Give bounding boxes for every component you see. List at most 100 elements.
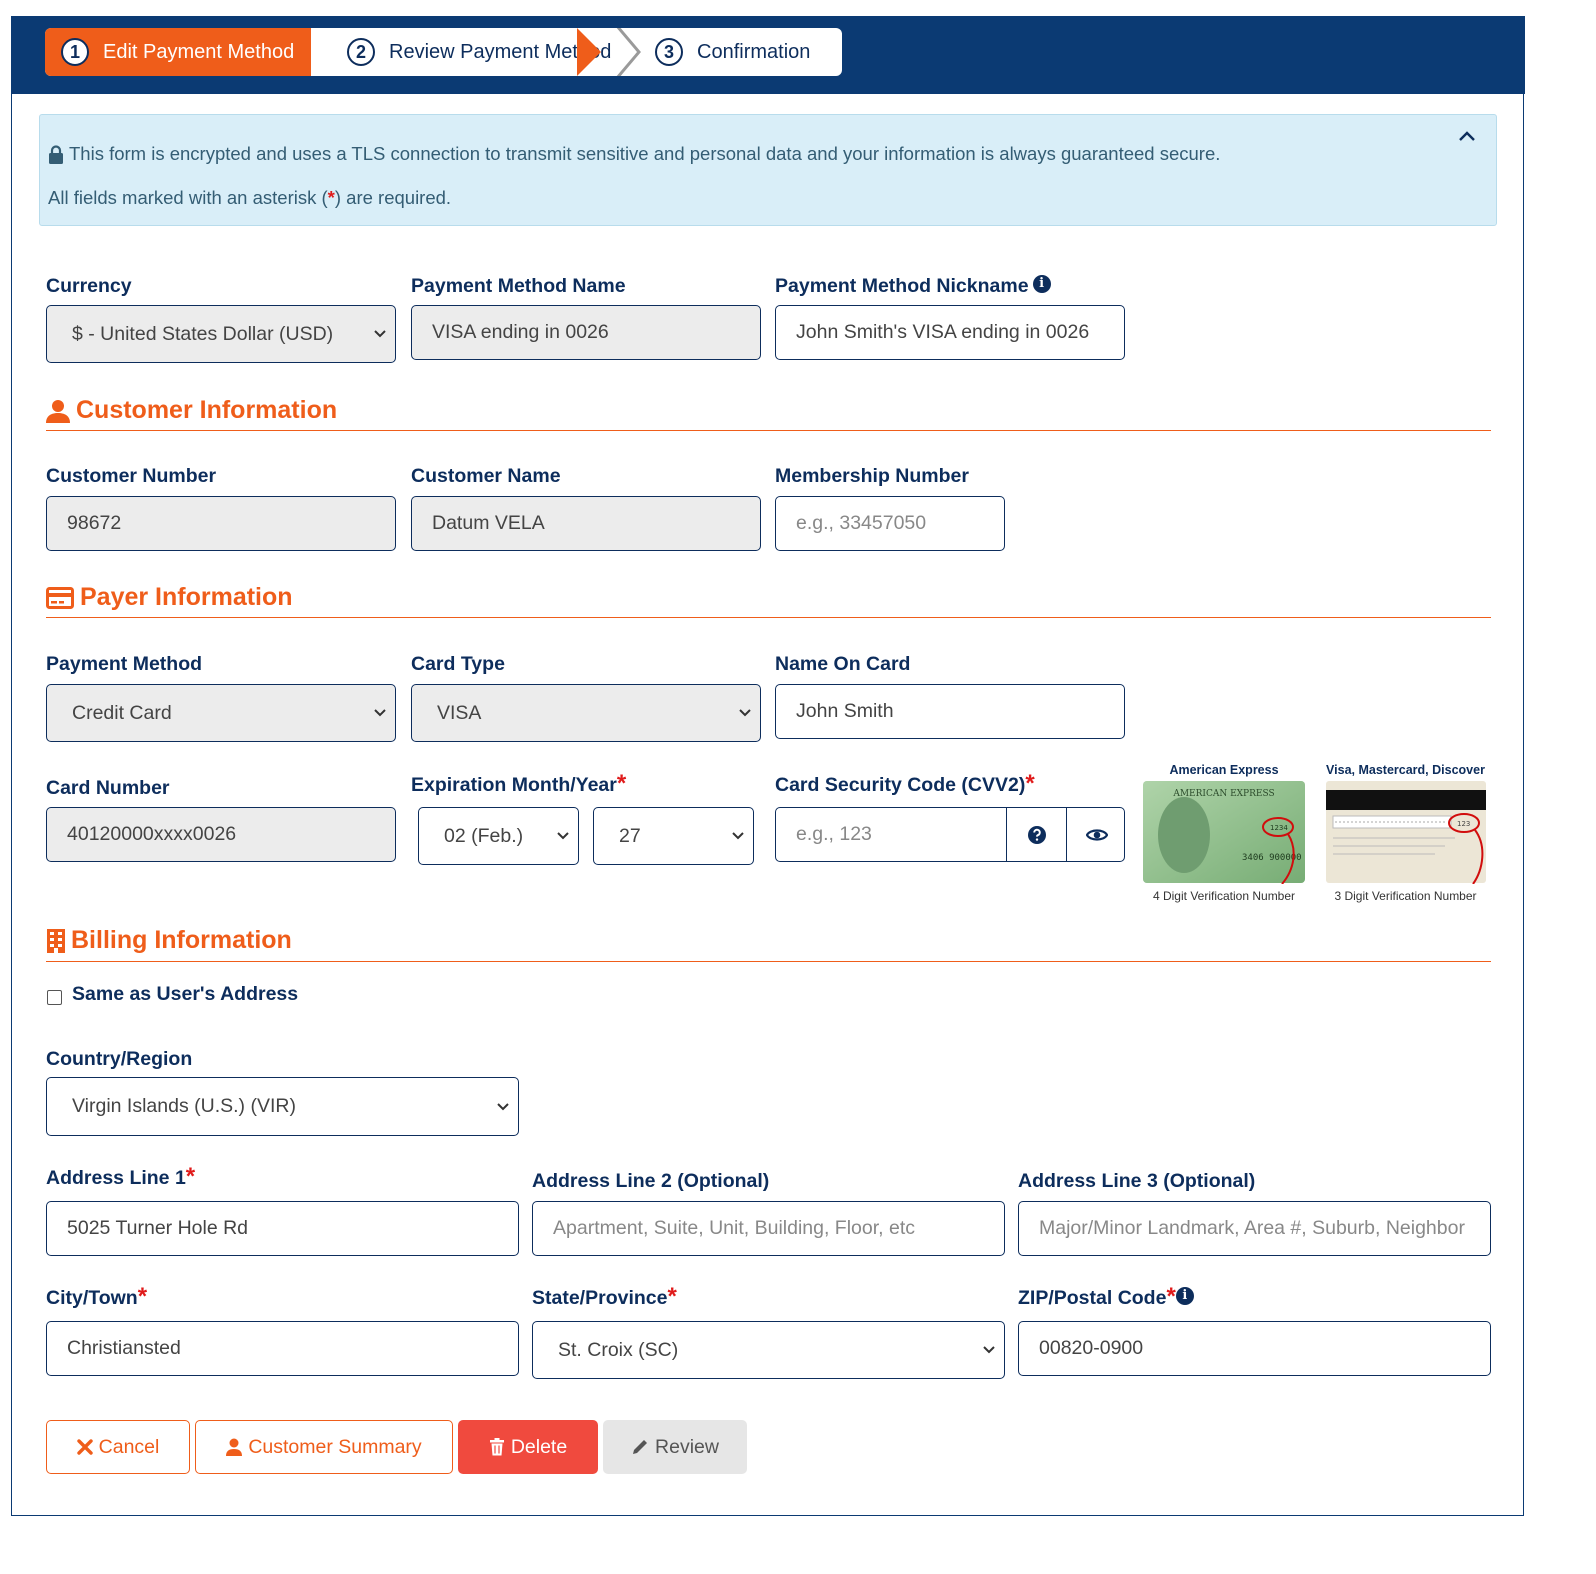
address2-label: Address Line 2 (Optional)	[532, 1170, 770, 1192]
info-icon[interactable]: i	[1032, 274, 1051, 293]
expiration-label: Expiration Month/Year*	[411, 770, 626, 802]
chevron-down-icon	[374, 709, 386, 717]
payment-method-select[interactable]: Credit Card	[46, 684, 396, 742]
payment-method-name-field[interactable]: VISA ending in 0026	[411, 305, 761, 360]
chevron-down-icon	[983, 1346, 995, 1354]
zip-value: 00820-0900	[1039, 1337, 1144, 1359]
card-type-value: VISA	[437, 701, 482, 724]
country-select[interactable]: Virgin Islands (U.S.) (VIR)	[46, 1077, 519, 1136]
address3-input[interactable]: Major/Minor Landmark, Area #, Suburb, Ne…	[1018, 1201, 1491, 1256]
label-text: Card Security Code (CVV2)	[775, 774, 1026, 796]
button-label: Review	[655, 1435, 719, 1458]
zip-label: ZIP/Postal Code* i	[1018, 1283, 1194, 1315]
delete-button[interactable]: Delete	[458, 1420, 598, 1474]
card-caption: American Express	[1169, 763, 1279, 777]
same-address-label[interactable]: Same as User's Address	[72, 983, 298, 1006]
name-on-card-value: John Smith	[796, 700, 894, 722]
name-on-card-input[interactable]: John Smith	[775, 684, 1125, 739]
step-edit-payment-method: 1 Edit Payment Method	[45, 28, 311, 76]
address1-input[interactable]: 5025 Turner Hole Rd	[46, 1201, 519, 1256]
button-label: Cancel	[98, 1435, 160, 1458]
expiration-year-select[interactable]: 27	[593, 807, 754, 865]
membership-number-label: Membership Number	[775, 465, 969, 487]
label-text: ZIP/Postal Code	[1018, 1287, 1167, 1309]
section-title: Payer Information	[80, 583, 293, 611]
building-icon	[47, 928, 65, 953]
cvv-help-button[interactable]	[1006, 808, 1066, 861]
cvv-placeholder: e.g., 123	[796, 823, 872, 845]
address2-placeholder: Apartment, Suite, Unit, Building, Floor,…	[553, 1217, 916, 1239]
state-label: State/Province*	[532, 1283, 677, 1315]
name-on-card-label: Name On Card	[775, 653, 911, 675]
cancel-button[interactable]: Cancel	[46, 1420, 190, 1474]
state-select[interactable]: St. Croix (SC)	[532, 1321, 1005, 1379]
visa-cvv-illustration: Visa, Mastercard, Discover 123 3 Digit V…	[1318, 763, 1493, 903]
payment-method-value: Credit Card	[72, 701, 172, 724]
chevron-down-icon	[557, 832, 569, 840]
membership-number-input[interactable]: e.g., 33457050	[775, 496, 1005, 551]
review-button[interactable]: Review	[603, 1420, 747, 1474]
progress-stepper: 1 Edit Payment Method 2 Review Payment M…	[45, 28, 842, 76]
expiration-month-select[interactable]: 02 (Feb.)	[418, 807, 579, 865]
section-title: Customer Information	[76, 396, 338, 424]
expiration-month-value: 02 (Feb.)	[444, 824, 524, 847]
required-star: *	[137, 1283, 148, 1310]
card-number-field[interactable]: 40120000xxxx0026	[46, 807, 396, 862]
amex-brand-text: AMERICAN EXPRESS	[1172, 789, 1274, 799]
step-number: 3	[655, 38, 683, 66]
card-type-select[interactable]: VISA	[411, 684, 761, 742]
amex-code: 1234	[1270, 824, 1288, 832]
label-text: Expiration Month/Year	[411, 774, 617, 796]
question-circle-icon	[1027, 826, 1046, 844]
zip-input[interactable]: 00820-0900	[1018, 1321, 1491, 1376]
info-icon[interactable]: i	[1175, 1286, 1194, 1305]
payment-method-label: Payment Method	[46, 653, 203, 675]
page-frame: 1 Edit Payment Method 2 Review Payment M…	[11, 16, 1525, 1516]
payment-method-nickname-input[interactable]: John Smith's VISA ending in 0026	[775, 305, 1125, 360]
payment-method-name-label: Payment Method Name	[411, 275, 626, 297]
section-divider	[46, 961, 1491, 962]
address3-label: Address Line 3 (Optional)	[1018, 1170, 1256, 1192]
nickname-value: John Smith's VISA ending in 0026	[796, 321, 1090, 343]
amex-card-image: AMERICAN EXPRESS 3406 900000 1234	[1143, 781, 1305, 885]
city-input[interactable]: Christiansted	[46, 1321, 519, 1376]
label-text: State/Province	[532, 1287, 668, 1309]
step-confirmation: 3 Confirmation	[625, 28, 842, 76]
user-icon	[226, 1438, 243, 1456]
card-number-value: 40120000xxxx0026	[67, 823, 237, 845]
currency-label: Currency	[46, 275, 132, 297]
required-star: *	[616, 770, 627, 797]
step-number: 2	[347, 38, 375, 66]
close-icon	[76, 1439, 93, 1455]
country-label: Country/Region	[46, 1048, 193, 1070]
currency-select[interactable]: $ - United States Dollar (USD)	[46, 305, 396, 363]
customer-summary-button[interactable]: Customer Summary	[195, 1420, 453, 1474]
required-star: *	[1025, 770, 1035, 797]
top-bar: 1 Edit Payment Method 2 Review Payment M…	[12, 16, 1525, 94]
customer-name-label: Customer Name	[411, 465, 561, 487]
address2-input[interactable]: Apartment, Suite, Unit, Building, Floor,…	[532, 1201, 1005, 1256]
membership-number-placeholder: e.g., 33457050	[796, 512, 927, 534]
eye-icon	[1085, 829, 1108, 841]
step-review-payment-method: 2 Review Payment Method	[311, 28, 641, 76]
label-text: Address Line 1	[46, 1167, 186, 1189]
billing-information-heading: Billing Information	[46, 926, 292, 955]
cvv-input[interactable]: e.g., 123	[775, 807, 1125, 862]
step-label: Edit Payment Method	[103, 40, 295, 63]
lock-icon	[49, 144, 63, 164]
address3-placeholder: Major/Minor Landmark, Area #, Suburb, Ne…	[1039, 1217, 1465, 1239]
customer-number-field[interactable]: 98672	[46, 496, 396, 551]
customer-name-field[interactable]: Datum VELA	[411, 496, 761, 551]
card-type-label: Card Type	[411, 653, 505, 675]
customer-number-value: 98672	[67, 512, 122, 534]
chevron-down-icon	[374, 330, 386, 338]
expiration-year-value: 27	[619, 824, 641, 847]
payment-method-nickname-label: Payment Method Nickname i	[775, 274, 1051, 298]
same-address-checkbox[interactable]	[47, 990, 62, 1005]
user-icon	[46, 399, 70, 423]
notice-text: This form is encrypted and uses a TLS co…	[69, 143, 1221, 164]
pencil-icon	[633, 1440, 648, 1454]
cvv-show-button[interactable]	[1066, 808, 1124, 861]
security-notice: This form is encrypted and uses a TLS co…	[39, 114, 1497, 226]
collapse-chevron-up-icon[interactable]	[1456, 125, 1478, 147]
